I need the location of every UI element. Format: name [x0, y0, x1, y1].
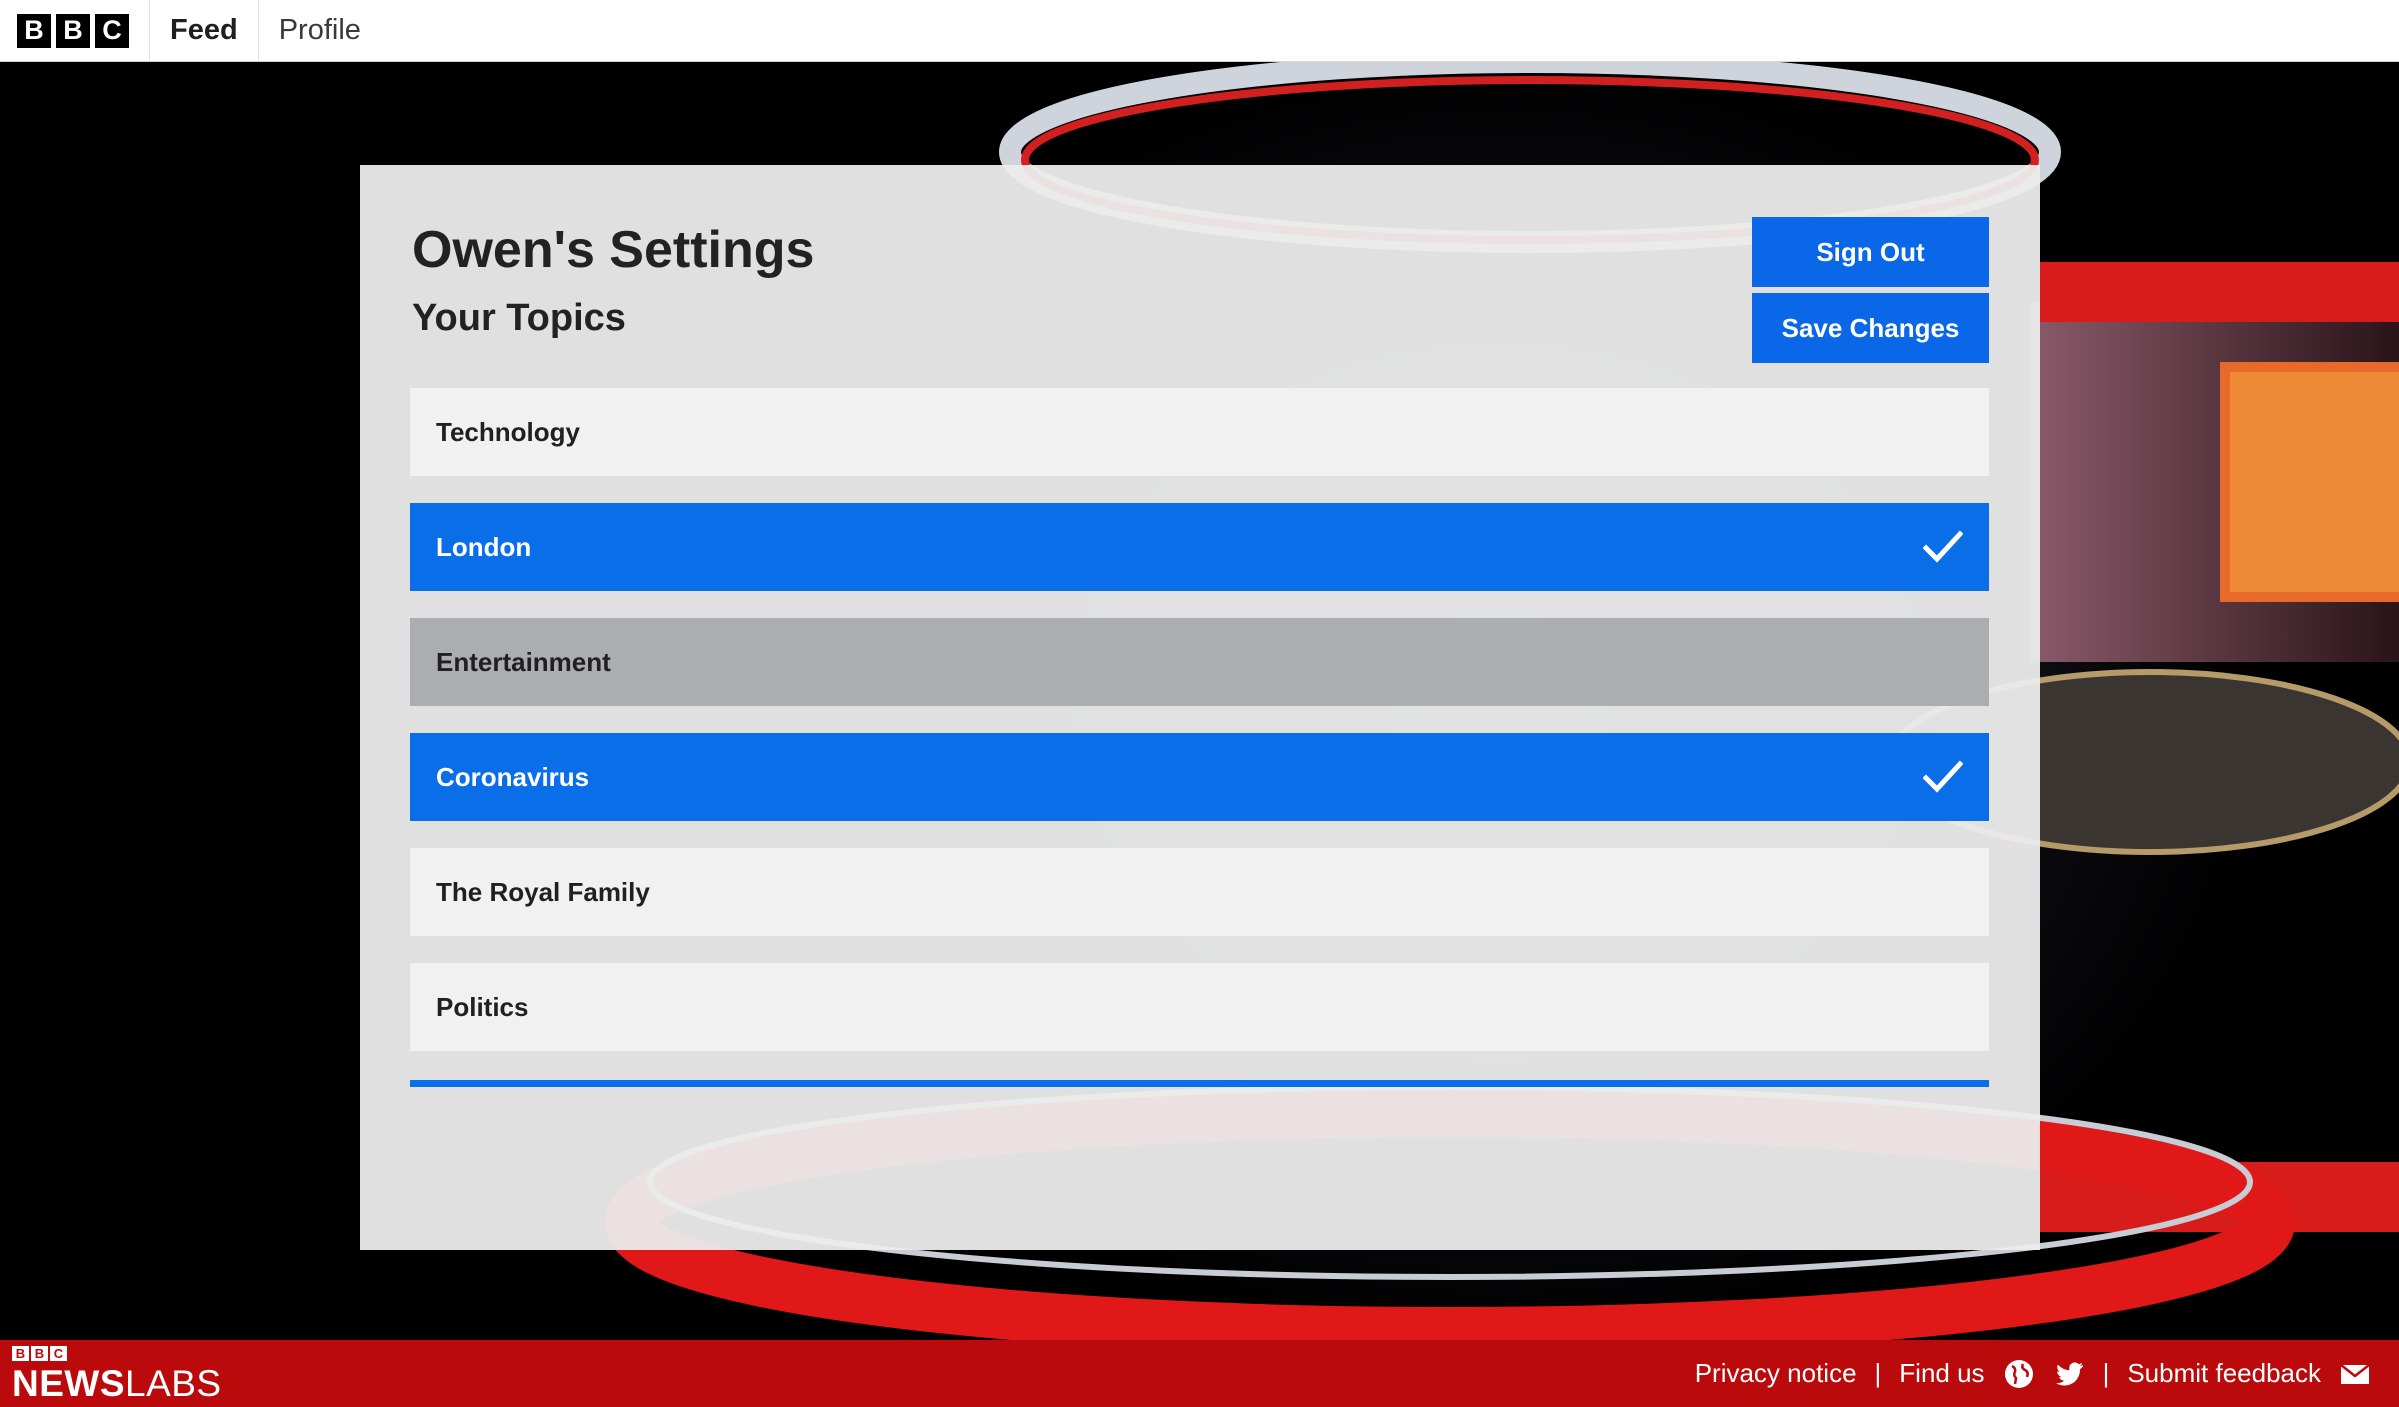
sign-out-button[interactable]: Sign Out — [1752, 217, 1989, 287]
bbc-logo-block-3: C — [95, 13, 129, 48]
settings-panel: Owen's Settings Your Topics Sign Out Sav… — [360, 165, 2040, 1250]
labs-word: LABS — [125, 1362, 222, 1404]
footer: B B C NEWSLABS Privacy notice | Find us … — [0, 1340, 2399, 1407]
bbc-logo-block-2: B — [56, 13, 90, 48]
topic-item-royal-family[interactable]: The Royal Family — [410, 848, 1989, 936]
save-changes-button[interactable]: Save Changes — [1752, 293, 1989, 363]
bbc-logo[interactable]: B B C — [0, 0, 150, 61]
footer-bbc-blocks: B B C — [12, 1345, 222, 1361]
bbc-news-labs-logo[interactable]: B B C NEWSLABS — [12, 1345, 222, 1402]
news-word: NEWS — [12, 1362, 125, 1404]
topic-item-coronavirus[interactable]: Coronavirus — [410, 733, 1989, 821]
topic-item-technology[interactable]: Technology — [410, 388, 1989, 476]
topic-item-london[interactable]: London — [410, 503, 1989, 591]
footer-bbc-block-2: B — [31, 1345, 48, 1361]
mail-icon[interactable] — [2339, 1358, 2371, 1390]
find-us-link[interactable]: Find us — [1899, 1358, 1984, 1389]
globe-icon[interactable] — [2003, 1358, 2035, 1390]
topic-item-entertainment[interactable]: Entertainment — [410, 618, 1989, 706]
list-end-divider — [410, 1080, 1989, 1087]
news-labs-wordmark: NEWSLABS — [12, 1365, 222, 1402]
bbc-logo-block-1: B — [17, 13, 51, 48]
footer-separator: | — [2102, 1358, 2110, 1388]
footer-links: Privacy notice | Find us | Submit feedba… — [1695, 1358, 2371, 1390]
twitter-icon[interactable] — [2053, 1358, 2085, 1390]
submit-feedback-link[interactable]: Submit feedback — [2127, 1358, 2321, 1389]
page-title: Owen's Settings — [412, 221, 815, 279]
check-icon — [1923, 760, 1963, 793]
footer-bbc-block-3: C — [50, 1345, 67, 1361]
footer-separator: | — [1874, 1358, 1882, 1388]
topic-label: Politics — [436, 991, 529, 1022]
topic-list: Technology London Entertainment Coronavi… — [410, 388, 1989, 1078]
topic-item-politics[interactable]: Politics — [410, 963, 1989, 1051]
check-icon — [1923, 530, 1963, 563]
top-nav: B B C Feed Profile — [0, 0, 2399, 62]
privacy-notice-link[interactable]: Privacy notice — [1695, 1358, 1857, 1389]
topic-label: London — [436, 531, 532, 562]
topics-heading: Your Topics — [412, 297, 626, 339]
nav-item-feed[interactable]: Feed — [150, 0, 259, 61]
footer-bbc-block-1: B — [12, 1345, 29, 1361]
topic-label: Technology — [436, 416, 580, 447]
nav-item-profile[interactable]: Profile — [259, 0, 381, 61]
topic-label: The Royal Family — [436, 876, 650, 907]
topic-label: Coronavirus — [436, 761, 590, 792]
topic-label: Entertainment — [436, 646, 611, 677]
